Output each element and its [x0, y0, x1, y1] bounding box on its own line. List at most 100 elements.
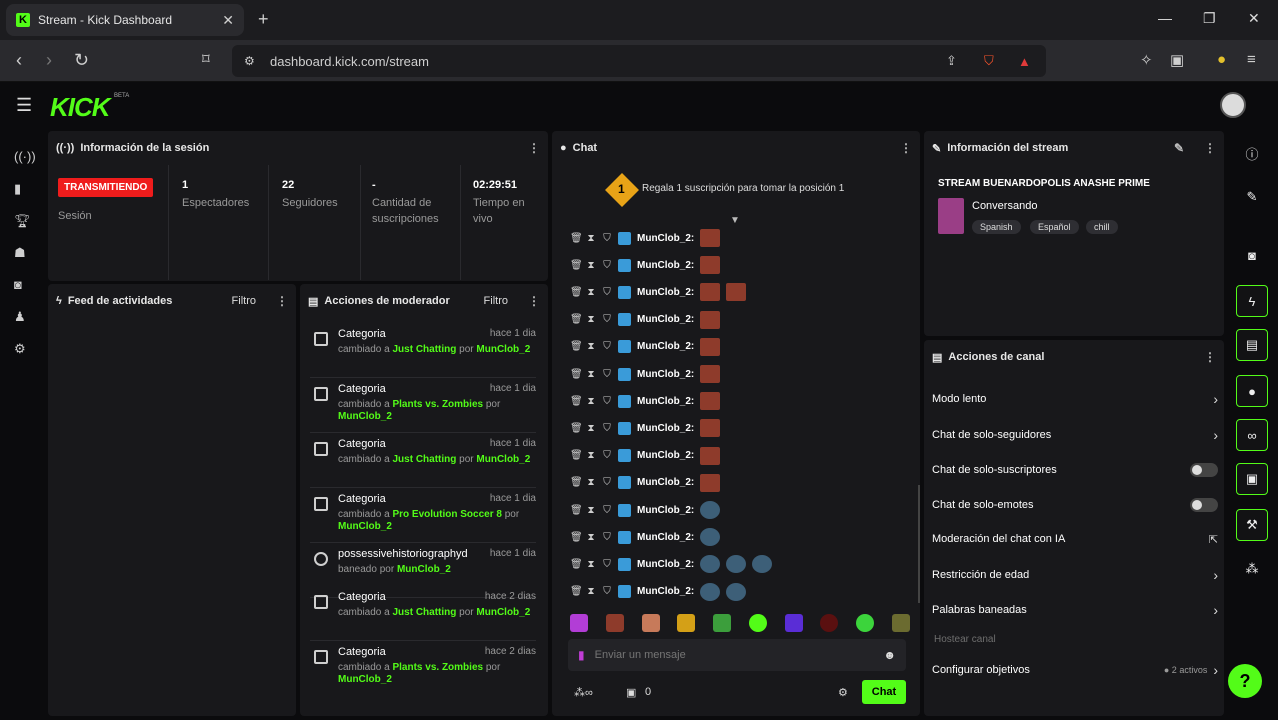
delete-icon[interactable]: 🗑︎	[570, 314, 583, 325]
delete-icon[interactable]: 🗑︎	[570, 341, 583, 352]
configure-goals-row[interactable]: Configurar objetivos ● 2 activos ›	[932, 660, 1218, 680]
timeout-icon[interactable]: ⧗	[586, 260, 596, 271]
chat-username[interactable]: MunClob_2:	[637, 369, 694, 380]
toggle-switch[interactable]	[1190, 498, 1218, 512]
channel-points-icon[interactable]: ⁂∞	[574, 686, 593, 699]
emote-icon[interactable]	[820, 614, 839, 632]
session-more-icon[interactable]: ⋮	[528, 141, 540, 155]
wallet-icon[interactable]: ●	[1217, 51, 1226, 68]
lightning-tool-icon[interactable]: ϟ	[1236, 285, 1268, 317]
url-input[interactable]	[270, 53, 870, 69]
channel-action-row[interactable]: Chat de solo-suscriptores	[932, 460, 1218, 480]
settings-nav-icon[interactable]: ⚙	[14, 341, 26, 357]
desc-target[interactable]: Plants vs. Zombies	[392, 399, 483, 410]
desc-user[interactable]: MunClob_2	[476, 607, 530, 618]
site-info-icon[interactable]: ⚙	[244, 54, 255, 68]
bookmark-icon[interactable]: ⌑	[202, 50, 210, 68]
stream-category[interactable]: Conversando	[972, 200, 1037, 212]
library-nav-icon[interactable]: ▮	[14, 181, 21, 197]
chat-scrollbar[interactable]	[918, 485, 920, 603]
brave-shield-icon[interactable]: ⛉	[984, 53, 994, 69]
timeout-icon[interactable]: ⧗	[586, 477, 596, 488]
emote-icon[interactable]	[748, 614, 767, 632]
desc-target[interactable]: Plants vs. Zombies	[392, 662, 483, 673]
wrench-tool-icon[interactable]: ⚒	[1236, 509, 1268, 541]
info-icon[interactable]: ⓘ	[1236, 137, 1268, 169]
chat-username[interactable]: MunClob_2:	[637, 450, 694, 461]
chat-username[interactable]: MunClob_2:	[637, 559, 694, 570]
desc-user[interactable]: MunClob_2	[338, 521, 392, 532]
desc-user[interactable]: MunClob_2	[338, 674, 392, 685]
channel-action-row[interactable]: Chat de solo-emotes	[932, 495, 1218, 515]
scroll-down-icon[interactable]: ▼	[730, 215, 740, 226]
apps-icon[interactable]: ⁂	[1236, 553, 1268, 585]
delete-icon[interactable]: 🗑︎	[570, 450, 583, 461]
chat-username[interactable]: MunClob_2:	[637, 532, 694, 543]
chat-username[interactable]: MunClob_2:	[637, 314, 694, 325]
delete-icon[interactable]: 🗑︎	[570, 559, 583, 570]
mod-filter-button[interactable]: Filtro	[484, 295, 508, 307]
desc-user[interactable]: MunClob_2	[476, 344, 530, 355]
mod-more-icon[interactable]: ⋮	[528, 294, 540, 308]
chat-username[interactable]: MunClob_2:	[637, 586, 694, 597]
help-chat-icon[interactable]: ?	[1228, 664, 1262, 698]
camera-nav-icon[interactable]: ◙	[14, 277, 22, 292]
timeout-icon[interactable]: ⧗	[586, 314, 596, 325]
delete-icon[interactable]: 🗑︎	[570, 287, 583, 298]
stream-nav-icon[interactable]: ((·))	[14, 149, 36, 164]
chat-username[interactable]: MunClob_2:	[637, 423, 694, 434]
user-avatar[interactable]	[1220, 92, 1246, 118]
layout-tool-icon[interactable]: ▣	[1236, 463, 1268, 495]
trophy-nav-icon[interactable]: 🏆︎	[14, 213, 31, 229]
feed-filter-button[interactable]: Filtro	[232, 295, 256, 307]
desc-target[interactable]: MunClob_2	[397, 564, 451, 575]
timeout-icon[interactable]: ⧗	[586, 586, 596, 597]
timeout-icon[interactable]: ⧗	[586, 233, 596, 244]
emoji-icon[interactable]: ☻	[883, 648, 896, 662]
browser-tab[interactable]: K Stream - Kick Dashboard ✕	[6, 4, 244, 36]
brave-rewards-icon[interactable]: ▲	[1018, 54, 1031, 69]
users-nav-icon[interactable]: ♟	[14, 309, 26, 325]
channel-action-row[interactable]: Palabras baneadas ›	[932, 600, 1218, 620]
camera-icon[interactable]: ◙	[1236, 239, 1268, 271]
timeout-icon[interactable]: ⧗	[586, 396, 596, 407]
mic-icon[interactable]: ▮	[578, 648, 585, 662]
chat-username[interactable]: MunClob_2:	[637, 341, 694, 352]
delete-icon[interactable]: 🗑︎	[570, 586, 583, 597]
extensions-icon[interactable]: ✧	[1140, 51, 1153, 69]
delete-icon[interactable]: 🗑︎	[570, 396, 583, 407]
feed-more-icon[interactable]: ⋮	[276, 294, 288, 308]
timeout-icon[interactable]: ⧗	[586, 369, 596, 380]
chat-tool-icon[interactable]: ●	[1236, 375, 1268, 407]
gift-icon[interactable]: ▣	[626, 686, 636, 699]
toggle-switch[interactable]	[1190, 463, 1218, 477]
minimize-icon[interactable]: —	[1158, 10, 1172, 26]
delete-icon[interactable]: 🗑︎	[570, 260, 583, 271]
emote-icon[interactable]	[641, 614, 660, 632]
chat-more-icon[interactable]: ⋮	[900, 141, 912, 155]
menu-icon[interactable]: ≡	[1247, 51, 1256, 68]
chat-input-box[interactable]: ▮ ☻	[568, 639, 906, 671]
channel-action-row[interactable]: Modo lento ›	[932, 389, 1218, 409]
chat-settings-icon[interactable]: ⚙	[838, 686, 848, 699]
close-tab-icon[interactable]: ✕	[222, 12, 234, 29]
chat-username[interactable]: MunClob_2:	[637, 396, 694, 407]
desc-target[interactable]: Just Chatting	[392, 344, 456, 355]
window-close-icon[interactable]: ✕	[1248, 10, 1260, 27]
channel-action-row[interactable]: Restricción de edad ›	[932, 565, 1218, 585]
emote-icon[interactable]	[713, 614, 732, 632]
address-bar[interactable]: ⚙ ⇪ ⛉ ▲	[232, 45, 1046, 77]
emote-icon[interactable]	[784, 614, 803, 632]
community-nav-icon[interactable]: ☗	[14, 245, 26, 261]
audio-tool-icon[interactable]: ∞	[1236, 419, 1268, 451]
desc-user[interactable]: MunClob_2	[338, 411, 392, 422]
emote-icon[interactable]	[677, 614, 696, 632]
restore-icon[interactable]: ❐	[1203, 10, 1216, 27]
chat-username[interactable]: MunClob_2:	[637, 260, 694, 271]
timeout-icon[interactable]: ⧗	[586, 341, 596, 352]
send-chat-button[interactable]: Chat	[862, 680, 906, 704]
timeout-icon[interactable]: ⧗	[586, 559, 596, 570]
new-tab-button[interactable]: +	[258, 9, 269, 30]
kick-logo[interactable]: KICK	[50, 92, 111, 123]
pinned-gift-text[interactable]: Regala 1 suscripción para tomar la posic…	[642, 183, 844, 194]
